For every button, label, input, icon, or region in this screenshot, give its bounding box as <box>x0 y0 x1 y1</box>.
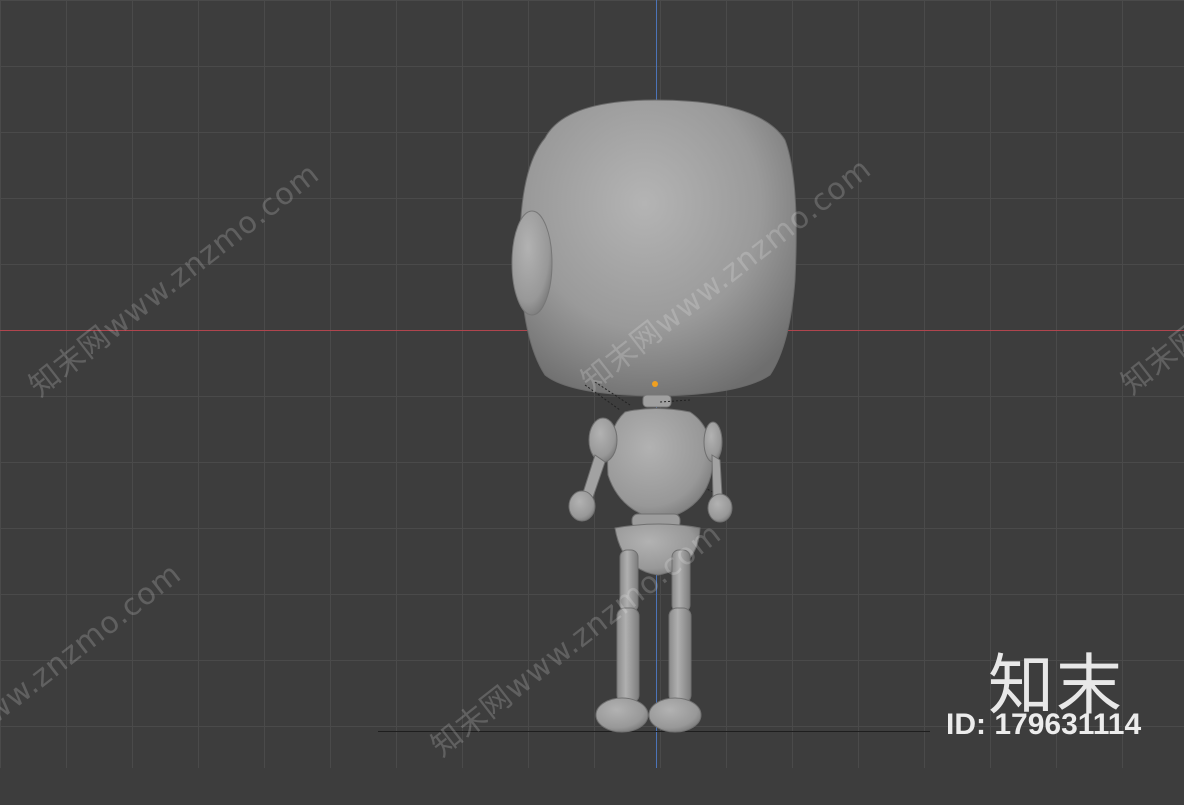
robot-right-arm <box>711 454 723 498</box>
robot-torso <box>607 408 713 521</box>
robot-left-hand <box>568 490 596 522</box>
object-origin-point <box>652 381 658 387</box>
robot-left-foot <box>595 697 649 733</box>
robot-right-shin <box>668 607 692 704</box>
robot-right-foot <box>648 697 702 733</box>
robot-neck <box>642 394 672 408</box>
watermark-id: ID: 179631114 <box>946 708 1142 741</box>
3d-viewport[interactable]: 知末网www.znzmo.com 知末网www.znzmo.com 知末网www… <box>0 0 1184 804</box>
robot-right-hand <box>707 493 733 523</box>
robot-ear <box>511 210 553 316</box>
robot-left-shoulder <box>588 417 618 463</box>
